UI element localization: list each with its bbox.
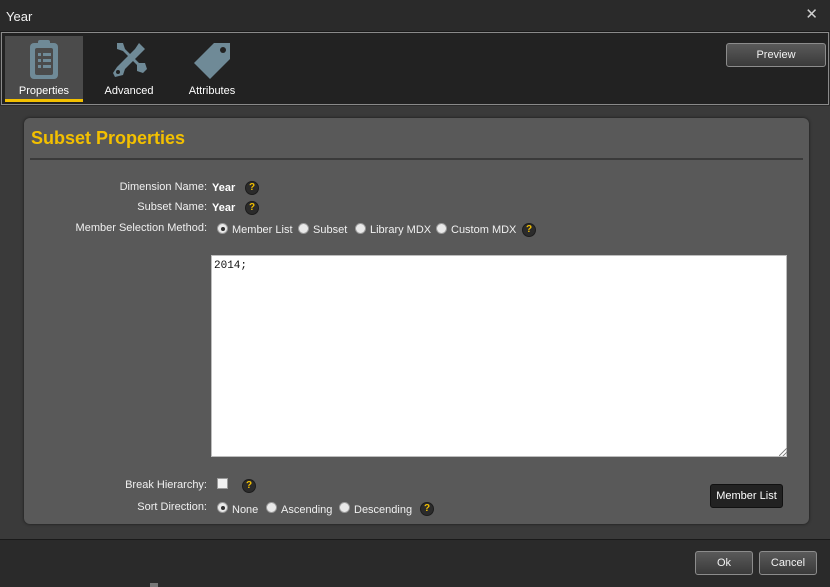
help-icon[interactable]: ? [242,479,256,493]
radio-custom-mdx[interactable] [436,223,447,234]
radio-label[interactable]: Descending [354,504,412,516]
tab-advanced[interactable]: Advanced [90,36,168,100]
resize-handle-icon[interactable] [779,448,787,456]
mdx-editor[interactable]: 2014; [211,255,787,457]
radio-sort-none[interactable] [217,502,228,513]
break-hierarchy-label: Break Hierarchy: [125,479,207,491]
tab-label: Advanced [104,85,154,97]
panel-heading: Subset Properties [31,128,186,148]
subset-properties-panel: Subset Properties Dimension Name: Year ?… [24,118,809,524]
break-hierarchy-checkbox[interactable] [217,478,228,489]
divider [30,158,803,160]
radio-sort-descending[interactable] [339,502,350,513]
radio-member-list[interactable] [217,223,228,234]
subset-name-value: Year [212,202,236,214]
radio-label[interactable]: Custom MDX [451,224,516,236]
radio-sort-ascending[interactable] [266,502,277,513]
title-bar: Year ✕ [0,0,830,32]
tag-icon [194,43,230,79]
help-icon[interactable]: ? [245,201,259,215]
tab-label: Attributes [188,85,236,97]
tools-icon [113,43,147,77]
help-icon[interactable]: ? [420,502,434,516]
subset-name-label: Subset Name: [137,201,207,213]
help-icon[interactable]: ? [522,223,536,237]
radio-label[interactable]: Ascending [281,504,332,516]
tab-properties[interactable]: Properties [5,36,83,102]
clipboard-icon [30,40,58,79]
footer: Ok Cancel [0,539,830,587]
radio-label[interactable]: Subset [313,224,347,236]
radio-label[interactable]: None [232,504,258,516]
sort-direction-label: Sort Direction: [137,501,207,513]
close-icon[interactable]: ✕ [805,7,818,23]
window-title: Year [6,9,33,24]
dimension-name-label: Dimension Name: [119,181,207,193]
scroll-indicator [150,583,158,587]
cancel-button[interactable]: Cancel [759,551,817,575]
radio-library-mdx[interactable] [355,223,366,234]
dimension-name-value: Year [212,182,236,194]
preview-button[interactable]: Preview [726,43,826,67]
radio-subset[interactable] [298,223,309,234]
member-list-button[interactable]: Member List [710,484,783,508]
help-icon[interactable]: ? [245,181,259,195]
tab-label: Properties [18,85,70,97]
tab-attributes[interactable]: Attributes [173,36,251,100]
radio-label[interactable]: Library MDX [370,224,431,236]
radio-label[interactable]: Member List [232,224,293,236]
member-selection-label: Member Selection Method: [75,222,207,234]
toolbar: Properties Advanced Attributes Preview [1,32,829,105]
ok-button[interactable]: Ok [695,551,753,575]
